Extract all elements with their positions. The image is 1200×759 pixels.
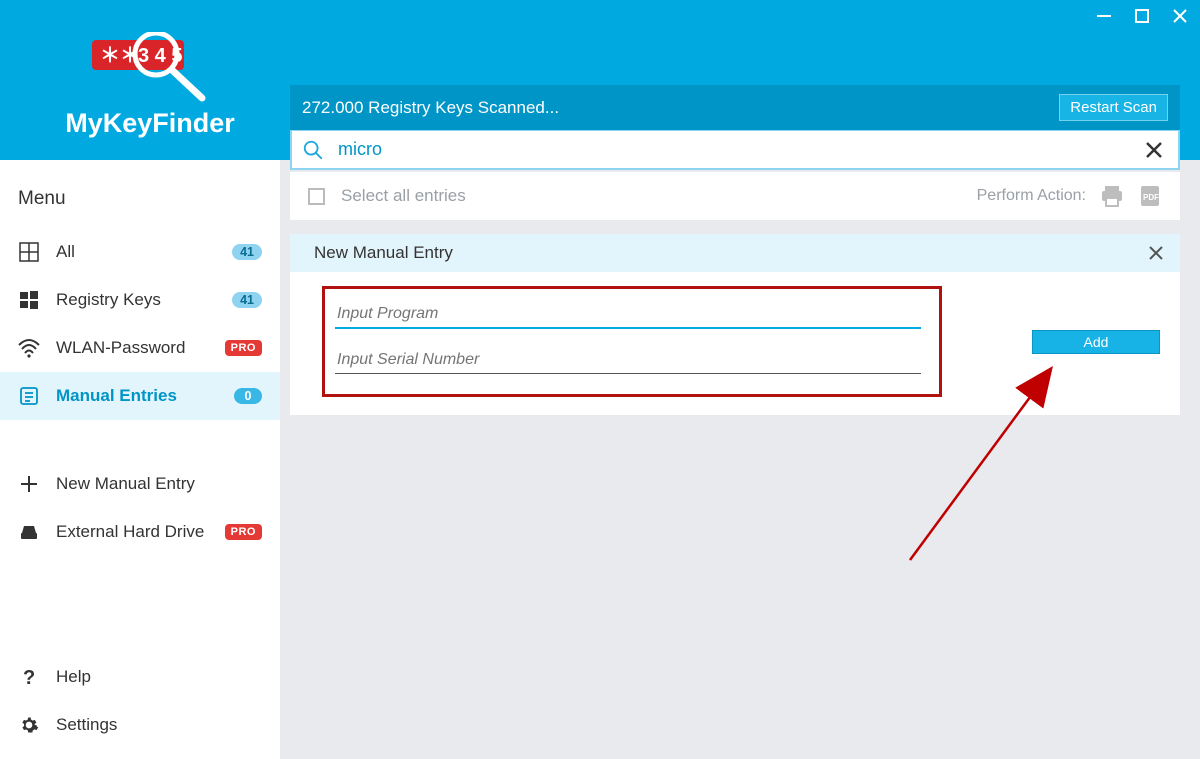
hard-drive-icon [18,522,40,542]
pdf-icon: PDF [1138,185,1162,207]
list-toolbar: Select all entries Perform Action: PDF [290,172,1180,220]
status-bar: 272.000 Registry Keys Scanned... Restart… [290,85,1180,130]
new-manual-entry-panel: New Manual Entry Add [290,234,1180,415]
highlighted-inputs-box [322,286,942,397]
pro-badge: PRO [225,340,262,356]
sidebar-item-label: New Manual Entry [56,474,262,494]
close-button[interactable] [1172,8,1188,24]
app-logo: ＊＊ 3 4 5 MyKeyFinder [65,32,235,139]
gear-icon [18,715,40,735]
sidebar-item-manual-entries[interactable]: Manual Entries 0 [0,372,280,420]
header-brand: ＊＊ 3 4 5 MyKeyFinder [0,0,280,160]
printer-icon [1100,185,1124,207]
sidebar-item-label: External Hard Drive [56,522,209,542]
select-all-label: Select all entries [341,186,466,206]
restart-scan-button[interactable]: Restart Scan [1059,94,1168,121]
maximize-icon [1134,8,1150,24]
body: Menu All 41 Registry Keys 41 WLAN-Passwo… [0,160,1200,759]
perform-action-label: Perform Action: [977,187,1086,205]
minimize-button[interactable] [1096,8,1112,24]
close-icon [1148,245,1164,261]
sidebar-item-wlan[interactable]: WLAN-Password PRO [0,324,280,372]
search-input[interactable] [324,139,1140,160]
plus-icon [18,474,40,494]
select-all-checkbox[interactable] [308,188,325,205]
search-icon [302,139,324,161]
entries-icon [18,386,40,406]
svg-text:PDF: PDF [1143,193,1159,202]
sidebar-item-settings[interactable]: Settings [0,701,280,749]
sidebar-item-registry[interactable]: Registry Keys 41 [0,276,280,324]
sidebar-item-all[interactable]: All 41 [0,228,280,276]
header-toolbar-area: 272.000 Registry Keys Scanned... Restart… [280,0,1200,160]
window-controls [1096,8,1188,24]
panel-title: New Manual Entry [314,243,453,263]
sidebar: Menu All 41 Registry Keys 41 WLAN-Passwo… [0,160,280,759]
menu-title: Menu [0,180,280,228]
wifi-icon [18,338,40,358]
grid-icon [18,242,40,262]
minimize-icon [1096,8,1112,24]
serial-number-input[interactable] [335,345,921,374]
add-button[interactable]: Add [1032,330,1160,354]
maximize-button[interactable] [1134,8,1150,24]
status-text: 272.000 Registry Keys Scanned... [302,98,559,118]
close-icon [1144,140,1164,160]
help-icon: ? [18,667,40,687]
sidebar-item-label: Help [56,667,262,687]
count-badge: 41 [232,292,262,308]
sidebar-item-label: Manual Entries [56,386,218,406]
panel-close-button[interactable] [1148,245,1164,261]
sidebar-item-help[interactable]: ? Help [0,653,280,701]
sidebar-item-label: Registry Keys [56,290,216,310]
sidebar-item-new-manual-entry[interactable]: New Manual Entry [0,460,280,508]
panel-header: New Manual Entry [290,234,1180,272]
sidebar-item-external-drive[interactable]: External Hard Drive PRO [0,508,280,556]
close-icon [1172,8,1188,24]
print-button[interactable] [1100,185,1124,207]
sidebar-item-label: All [56,242,216,262]
count-badge: 0 [234,388,262,404]
header: ＊＊ 3 4 5 MyKeyFinder 272.000 Registry Ke… [0,0,1200,160]
keyfinder-logo-icon: ＊＊ 3 4 5 [90,32,210,102]
sidebar-item-label: Settings [56,715,262,735]
windows-icon [18,290,40,310]
main-content: Select all entries Perform Action: PDF N… [280,160,1200,759]
app-title: MyKeyFinder [65,108,235,139]
sidebar-item-label: WLAN-Password [56,338,209,358]
program-input[interactable] [335,299,921,329]
export-pdf-button[interactable]: PDF [1138,185,1162,207]
count-badge: 41 [232,244,262,260]
svg-text:?: ? [23,667,35,687]
pro-badge: PRO [225,524,262,540]
